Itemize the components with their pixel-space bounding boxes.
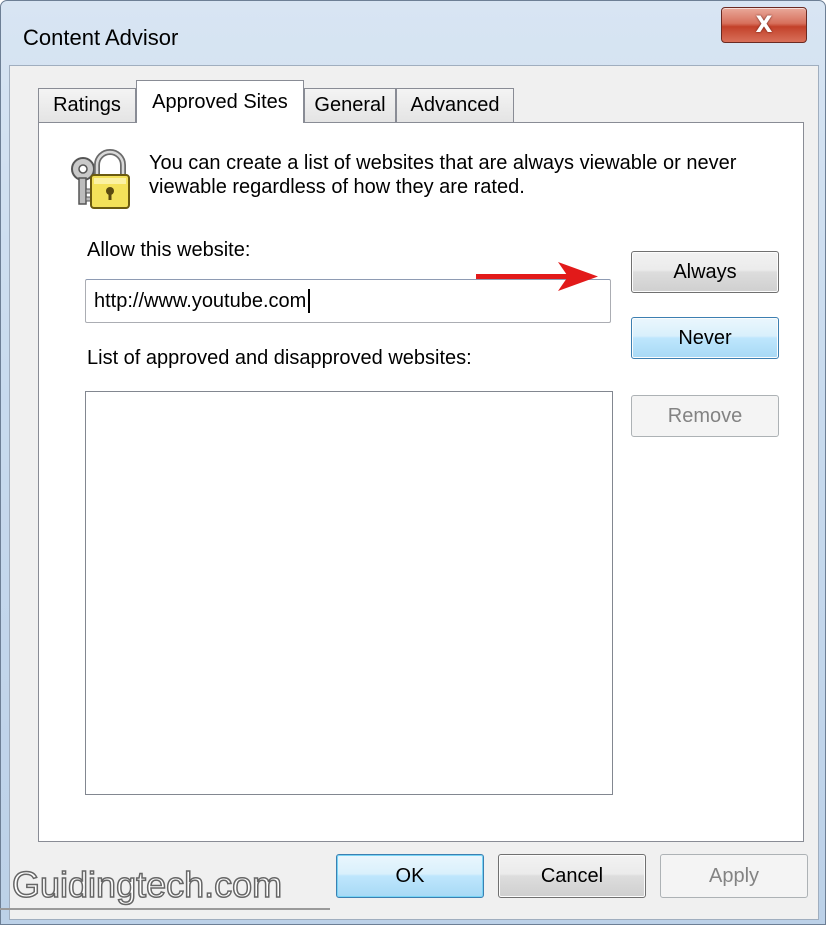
apply-button[interactable]: Apply <box>660 854 808 898</box>
watermark-underline <box>0 908 330 910</box>
remove-button[interactable]: Remove <box>631 395 779 437</box>
tab-advanced[interactable]: Advanced <box>396 88 514 122</box>
allow-website-label: Allow this website: <box>87 239 251 261</box>
site-list-label: List of approved and disapproved website… <box>87 347 472 369</box>
tab-general[interactable]: General <box>304 88 396 122</box>
info-text: You can create a list of websites that a… <box>149 152 737 198</box>
tab-approved-sites[interactable]: Approved Sites <box>136 80 304 123</box>
close-button[interactable]: X <box>721 7 807 43</box>
never-button[interactable]: Never <box>631 317 779 359</box>
text-caret <box>308 289 311 313</box>
window-title: Content Advisor <box>23 25 179 50</box>
tab-ratings[interactable]: Ratings <box>38 88 136 122</box>
content-advisor-window: Content Advisor X Ratings Approved Sites… <box>0 0 826 925</box>
dialog-client-area: Ratings Approved Sites General Advanced … <box>9 65 819 920</box>
watermark: Guidingtech.com <box>11 863 283 906</box>
ok-button[interactable]: OK <box>336 854 484 898</box>
approved-sites-list[interactable] <box>85 391 613 795</box>
title-bar[interactable]: Content Advisor X <box>1 1 825 61</box>
red-arrow-annotation <box>476 262 598 291</box>
lock-keys-icon <box>71 149 130 209</box>
approved-sites-panel: You can create a list of websites that a… <box>38 122 804 842</box>
always-button[interactable]: Always <box>631 251 779 293</box>
close-icon: X <box>755 12 773 38</box>
cancel-button[interactable]: Cancel <box>498 854 646 898</box>
